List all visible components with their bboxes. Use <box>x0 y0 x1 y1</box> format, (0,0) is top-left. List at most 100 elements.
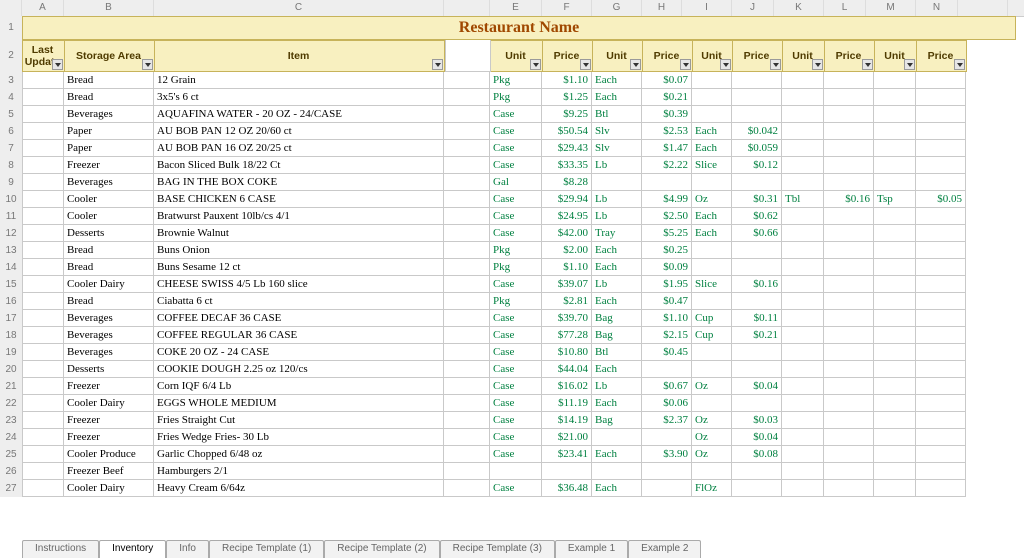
cell[interactable] <box>444 276 490 293</box>
row-number[interactable]: 24 <box>0 429 23 446</box>
row-number[interactable]: 14 <box>0 259 23 276</box>
cell[interactable] <box>22 412 64 429</box>
header-unit[interactable]: Unit <box>783 40 825 72</box>
cell[interactable]: $0.16 <box>824 191 874 208</box>
cell[interactable] <box>874 276 916 293</box>
cell[interactable] <box>692 361 732 378</box>
cell[interactable]: Each <box>592 242 642 259</box>
cell[interactable] <box>916 412 966 429</box>
cell[interactable] <box>22 310 64 327</box>
cell[interactable] <box>874 72 916 89</box>
cell[interactable]: Each <box>592 395 642 412</box>
cell[interactable] <box>732 174 782 191</box>
cell[interactable]: Brownie Walnut <box>154 225 444 242</box>
cell[interactable]: $0.25 <box>642 242 692 259</box>
cell[interactable]: $0.12 <box>732 157 782 174</box>
cell[interactable]: $0.11 <box>732 310 782 327</box>
sheet-tab[interactable]: Example 2 <box>628 540 701 558</box>
cell[interactable]: $0.66 <box>732 225 782 242</box>
sheet-tab[interactable]: Instructions <box>22 540 99 558</box>
cell[interactable]: $39.70 <box>542 310 592 327</box>
cell[interactable] <box>22 72 64 89</box>
cell[interactable] <box>22 463 64 480</box>
cell[interactable]: Lb <box>592 191 642 208</box>
cell[interactable]: Bag <box>592 327 642 344</box>
cell[interactable]: $8.28 <box>542 174 592 191</box>
cell[interactable] <box>642 429 692 446</box>
cell[interactable]: Cup <box>692 310 732 327</box>
cell[interactable]: Case <box>490 429 542 446</box>
header-price[interactable]: Price <box>825 40 875 72</box>
row-number[interactable]: 5 <box>0 106 23 123</box>
header-last-update[interactable]: Last Update <box>23 40 65 72</box>
cell[interactable] <box>732 480 782 497</box>
col-letter[interactable]: G <box>592 0 642 16</box>
cell[interactable] <box>824 412 874 429</box>
cell[interactable]: $23.41 <box>542 446 592 463</box>
cell[interactable] <box>592 463 642 480</box>
col-letter[interactable]: C <box>154 0 444 16</box>
cell[interactable]: Oz <box>692 446 732 463</box>
cell[interactable]: Cooler <box>64 208 154 225</box>
cell[interactable] <box>782 480 824 497</box>
filter-dropdown-icon[interactable] <box>142 59 153 70</box>
cell[interactable] <box>732 344 782 361</box>
cell[interactable]: $14.19 <box>542 412 592 429</box>
cell[interactable] <box>444 446 490 463</box>
cell[interactable]: $24.95 <box>542 208 592 225</box>
cell[interactable] <box>782 174 824 191</box>
cell[interactable] <box>824 89 874 106</box>
col-letter[interactable]: F <box>542 0 592 16</box>
sheet-tab[interactable]: Example 1 <box>555 540 628 558</box>
cell[interactable]: Bag <box>592 412 642 429</box>
cell[interactable] <box>444 174 490 191</box>
cell[interactable] <box>444 293 490 310</box>
cell[interactable] <box>444 72 490 89</box>
sheet-tab[interactable]: Recipe Template (2) <box>324 540 439 558</box>
cell[interactable] <box>490 463 542 480</box>
row-number[interactable]: 11 <box>0 208 23 225</box>
cell[interactable]: Beverages <box>64 310 154 327</box>
cell[interactable] <box>824 378 874 395</box>
cell[interactable] <box>916 446 966 463</box>
cell[interactable]: $0.03 <box>732 412 782 429</box>
cell[interactable] <box>874 157 916 174</box>
cell[interactable]: Oz <box>692 378 732 395</box>
cell[interactable]: Each <box>592 72 642 89</box>
cell[interactable] <box>824 259 874 276</box>
cell[interactable]: Garlic Chopped 6/48 oz <box>154 446 444 463</box>
cell[interactable]: COFFEE REGULAR 36 CASE <box>154 327 444 344</box>
cell[interactable] <box>692 293 732 310</box>
cell[interactable]: Hamburgers 2/1 <box>154 463 444 480</box>
cell[interactable]: $9.25 <box>542 106 592 123</box>
cell[interactable]: Pkg <box>490 242 542 259</box>
cell[interactable] <box>874 208 916 225</box>
cell[interactable] <box>444 412 490 429</box>
row-number[interactable]: 16 <box>0 293 23 310</box>
cell[interactable]: Cooler Dairy <box>64 395 154 412</box>
cell[interactable]: $0.059 <box>732 140 782 157</box>
cell[interactable] <box>782 140 824 157</box>
row-number[interactable]: 22 <box>0 395 23 412</box>
cell[interactable] <box>916 378 966 395</box>
cell[interactable]: Bacon Sliced Bulk 18/22 Ct <box>154 157 444 174</box>
cell[interactable] <box>874 480 916 497</box>
cell[interactable] <box>824 242 874 259</box>
cell[interactable]: $2.50 <box>642 208 692 225</box>
cell[interactable] <box>22 480 64 497</box>
cell[interactable] <box>692 395 732 412</box>
cell[interactable] <box>782 429 824 446</box>
cell[interactable]: $33.35 <box>542 157 592 174</box>
cell[interactable]: Case <box>490 378 542 395</box>
cell[interactable]: Lb <box>592 276 642 293</box>
cell[interactable]: $2.00 <box>542 242 592 259</box>
cell[interactable] <box>874 242 916 259</box>
cell[interactable]: BAG IN THE BOX COKE <box>154 174 444 191</box>
cell[interactable]: $29.94 <box>542 191 592 208</box>
cell[interactable] <box>916 361 966 378</box>
cell[interactable]: 12 Grain <box>154 72 444 89</box>
cell[interactable] <box>444 123 490 140</box>
cell[interactable] <box>874 327 916 344</box>
cell[interactable]: $21.00 <box>542 429 592 446</box>
cell[interactable] <box>732 395 782 412</box>
